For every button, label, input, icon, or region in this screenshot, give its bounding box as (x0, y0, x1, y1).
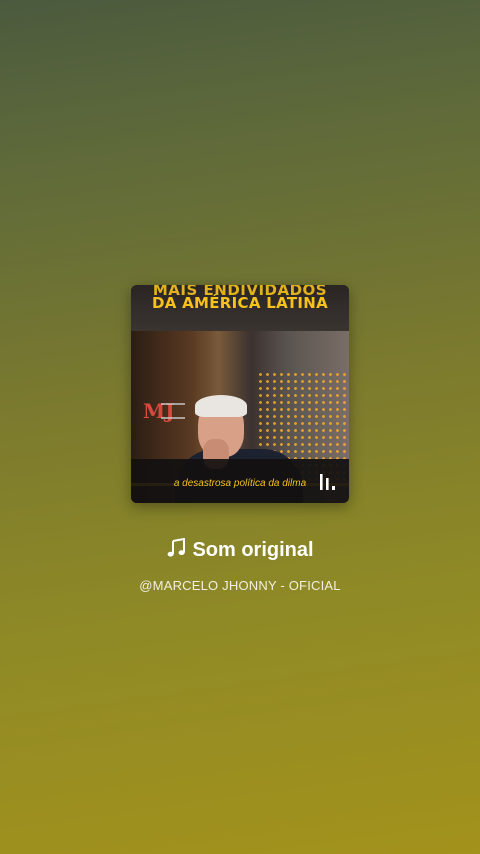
cover-headline-line2: DA AMÉRICA LATINA (151, 294, 329, 312)
equalizer-bars-icon (320, 474, 335, 490)
speaker-hair (195, 395, 247, 417)
cover-headline-banner: MAIS ENDIVIDADOS DA AMÉRICA LATINA (131, 285, 349, 331)
sound-title: Som original (192, 539, 314, 561)
sound-author[interactable]: @MARCELO JHONNY - OFICIAL (0, 578, 480, 593)
cover-caption: a desastrosa política da dilma (173, 478, 307, 489)
cover-caption-bar: a desastrosa política da dilma (131, 459, 349, 503)
channel-logo-stripes (161, 403, 185, 419)
sound-title-row[interactable]: Som original (0, 538, 480, 562)
music-note-icon (168, 538, 186, 557)
album-cover[interactable]: MAIS ENDIVIDADOS DA AMÉRICA LATINA MJ a … (131, 285, 349, 503)
